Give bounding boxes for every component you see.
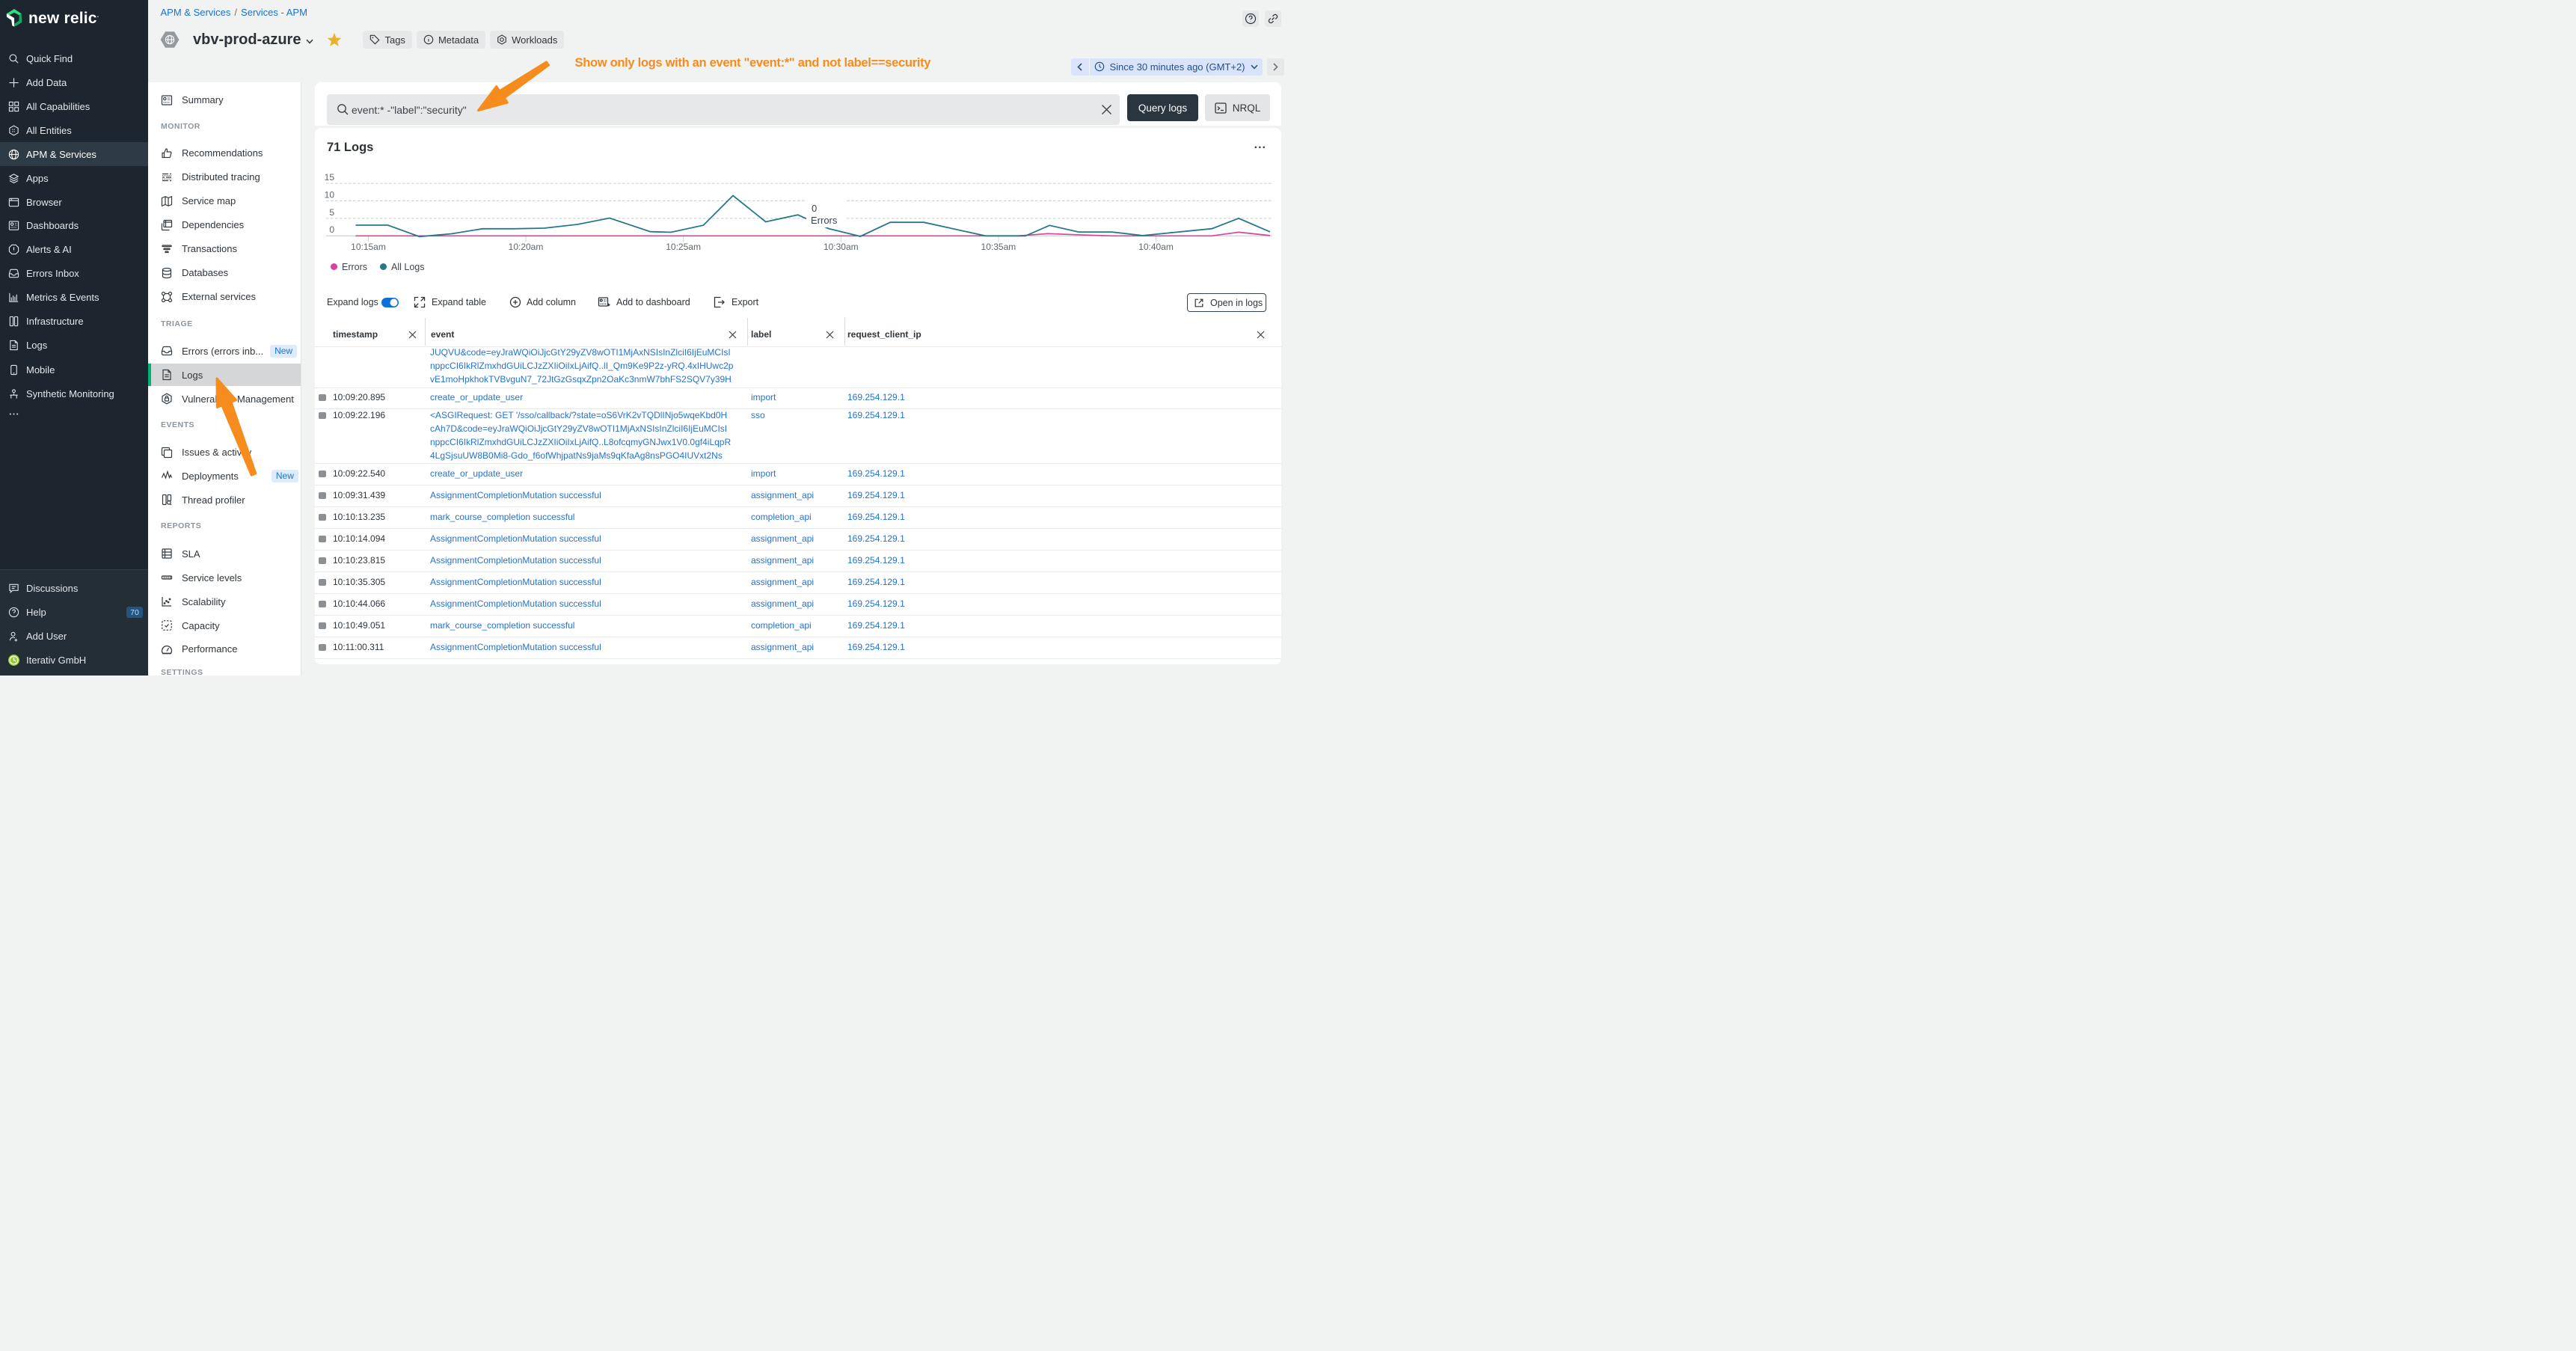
svg-text:5: 5 <box>329 207 334 218</box>
svg-text:10:40am: 10:40am <box>1138 242 1174 252</box>
svg-text:Errors: Errors <box>811 215 838 226</box>
svg-text:10:15am: 10:15am <box>351 242 386 252</box>
svg-text:10:20am: 10:20am <box>509 242 544 252</box>
svg-text:10:35am: 10:35am <box>981 242 1016 252</box>
svg-text:10:25am: 10:25am <box>666 242 701 252</box>
svg-text:10: 10 <box>325 190 335 200</box>
svg-text:15: 15 <box>325 172 335 183</box>
svg-text:10:30am: 10:30am <box>824 242 859 252</box>
svg-text:0: 0 <box>329 224 334 235</box>
svg-text:0: 0 <box>812 203 817 214</box>
